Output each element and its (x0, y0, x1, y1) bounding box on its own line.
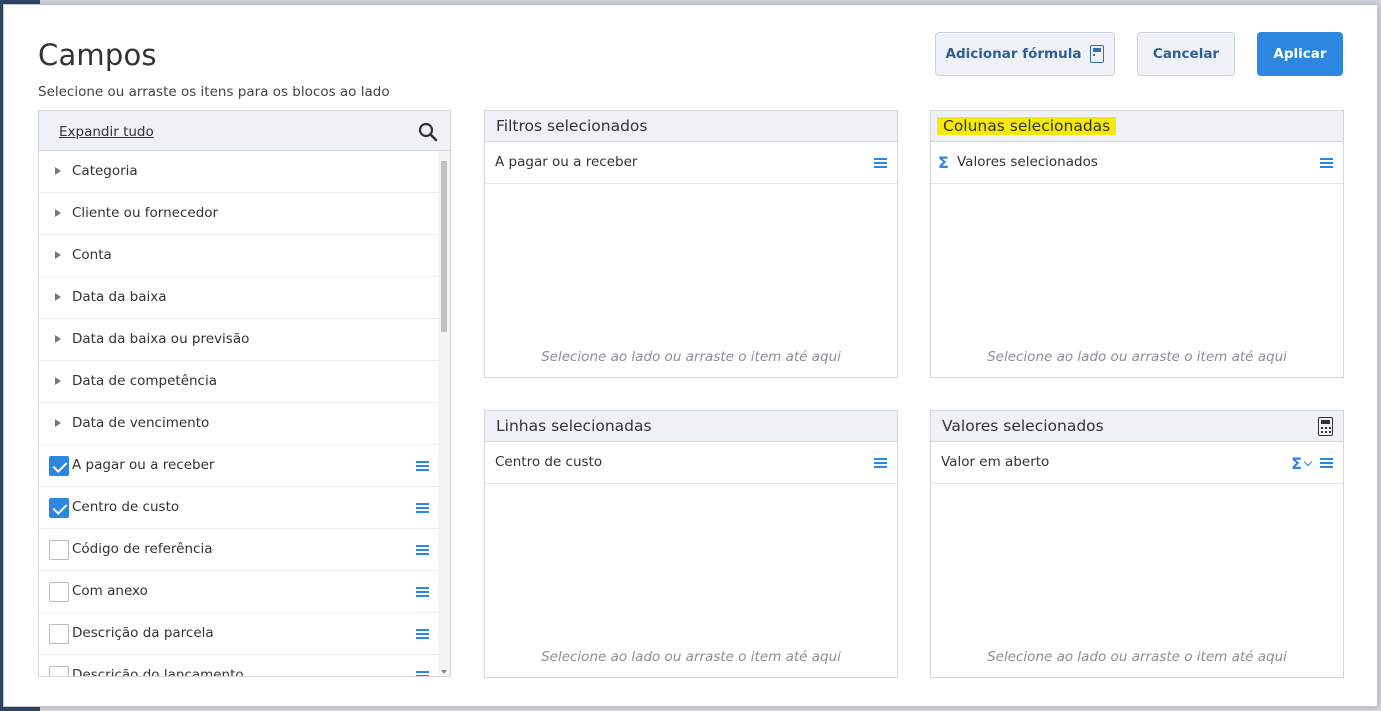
fields-scrollbar[interactable] (438, 151, 450, 676)
field-item-label: Centro de custo (72, 499, 180, 515)
field-group-row[interactable]: Conta (39, 235, 439, 277)
add-formula-label: Adicionar fórmula (945, 46, 1082, 62)
chevron-down-icon (1303, 457, 1313, 467)
field-item-label: Descrição do lançamento (72, 667, 244, 677)
rows-panel-header: Linhas selecionadas (485, 411, 897, 442)
field-item-row[interactable]: Centro de custo (39, 487, 439, 529)
drag-handle-icon[interactable] (416, 671, 429, 676)
columns-drop-hint: Selecione ao lado ou arraste o item até … (987, 349, 1287, 365)
filters-panel-item[interactable]: A pagar ou a receber (485, 142, 897, 184)
drag-handle-icon[interactable] (1320, 158, 1333, 168)
field-group-label: Conta (72, 247, 112, 263)
field-item-row[interactable]: Com anexo (39, 571, 439, 613)
sigma-icon: Σ (938, 153, 949, 172)
field-item-row[interactable]: Descrição do lançamento (39, 655, 439, 677)
drag-handle-icon[interactable] (416, 503, 429, 513)
field-group-label: Data de competência (72, 373, 217, 389)
values-item-label: Valor em aberto (941, 454, 1050, 470)
expand-triangle-icon[interactable] (55, 209, 61, 217)
field-checkbox[interactable] (49, 666, 69, 676)
field-item-label: A pagar ou a receber (72, 457, 215, 473)
columns-panel-header: Colunas selecionadas (931, 111, 1343, 142)
drag-handle-icon[interactable] (416, 629, 429, 639)
rows-panel-title: Linhas selecionadas (496, 417, 652, 435)
field-group-row[interactable]: Cliente ou fornecedor (39, 193, 439, 235)
columns-panel[interactable]: Colunas selecionadas Σ Valores selecionad… (930, 110, 1344, 378)
values-drop-hint: Selecione ao lado ou arraste o item até … (987, 649, 1287, 665)
field-group-row[interactable]: Data da baixa (39, 277, 439, 319)
field-checkbox[interactable] (49, 456, 69, 476)
add-formula-button[interactable]: Adicionar fórmula (935, 32, 1115, 76)
modal-title: Campos (38, 38, 157, 72)
field-item-label: Código de referência (72, 541, 213, 557)
drag-handle-icon[interactable] (874, 458, 887, 468)
filters-panel-header: Filtros selecionados (485, 111, 897, 142)
rows-item-label: Centro de custo (495, 454, 603, 470)
field-group-label: Data de vencimento (72, 415, 210, 431)
drag-handle-icon[interactable] (416, 461, 429, 471)
field-checkbox[interactable] (49, 624, 69, 644)
aggregation-dropdown[interactable]: Σ (1291, 454, 1313, 473)
expand-triangle-icon[interactable] (55, 293, 61, 301)
field-checkbox[interactable] (49, 498, 69, 518)
columns-panel-title: Colunas selecionadas (937, 117, 1117, 135)
filters-item-label: A pagar ou a receber (495, 154, 638, 170)
expand-triangle-icon[interactable] (55, 167, 61, 175)
filters-panel[interactable]: Filtros selecionados A pagar ou a recebe… (484, 110, 898, 378)
calculator-icon[interactable] (1318, 417, 1333, 436)
fields-list-panel: Expandir tudo Categoria Cliente ou forne… (38, 110, 451, 677)
field-group-row[interactable]: Categoria (39, 151, 439, 193)
columns-item-label: Valores selecionados (957, 154, 1098, 170)
field-group-label: Data da baixa (72, 289, 167, 305)
values-panel-title: Valores selecionados (942, 417, 1104, 435)
scrollbar-thumb[interactable] (441, 161, 447, 332)
modal-subtitle: Selecione ou arraste os itens para os bl… (38, 84, 390, 100)
cancel-button[interactable]: Cancelar (1137, 32, 1235, 76)
values-panel-header: Valores selecionados (931, 411, 1343, 442)
fields-list-header: Expandir tudo (39, 111, 450, 151)
search-icon[interactable] (418, 122, 438, 142)
drag-handle-icon[interactable] (416, 587, 429, 597)
field-item-row[interactable]: Código de referência (39, 529, 439, 571)
fields-modal: Campos Selecione ou arraste os itens par… (3, 4, 1378, 707)
field-group-row[interactable]: Data de vencimento (39, 403, 439, 445)
field-group-label: Cliente ou fornecedor (72, 205, 219, 221)
columns-panel-item[interactable]: Σ Valores selecionados (931, 142, 1343, 184)
calculator-icon (1090, 45, 1105, 63)
values-panel-item[interactable]: Valor em aberto Σ (931, 442, 1343, 484)
field-group-row[interactable]: Data da baixa ou previsão (39, 319, 439, 361)
field-checkbox[interactable] (49, 540, 69, 560)
expand-triangle-icon[interactable] (55, 377, 61, 385)
rows-panel-item[interactable]: Centro de custo (485, 442, 897, 484)
rows-drop-hint: Selecione ao lado ou arraste o item até … (541, 649, 841, 665)
field-item-label: Descrição da parcela (72, 625, 214, 641)
drag-handle-icon[interactable] (874, 158, 887, 168)
drag-handle-icon[interactable] (416, 545, 429, 555)
expand-triangle-icon[interactable] (55, 335, 61, 343)
apply-button[interactable]: Aplicar (1257, 32, 1343, 76)
expand-triangle-icon[interactable] (55, 419, 61, 427)
expand-all-link[interactable]: Expandir tudo (59, 124, 154, 140)
drag-handle-icon[interactable] (1320, 458, 1333, 468)
field-item-row[interactable]: Descrição da parcela (39, 613, 439, 655)
expand-triangle-icon[interactable] (55, 251, 61, 259)
scroll-down-arrow-icon[interactable] (441, 670, 447, 674)
fields-list: Categoria Cliente ou fornecedor Conta Da… (39, 151, 439, 677)
field-group-label: Data da baixa ou previsão (72, 331, 250, 347)
values-panel[interactable]: Valores selecionados Valor em aberto Σ Se… (930, 410, 1344, 678)
field-item-row[interactable]: A pagar ou a receber (39, 445, 439, 487)
field-group-row[interactable]: Data de competência (39, 361, 439, 403)
filters-panel-title: Filtros selecionados (496, 117, 648, 135)
rows-panel[interactable]: Linhas selecionadas Centro de custo Sele… (484, 410, 898, 678)
field-group-label: Categoria (72, 163, 138, 179)
filters-drop-hint: Selecione ao lado ou arraste o item até … (541, 349, 841, 365)
field-checkbox[interactable] (49, 582, 69, 602)
field-item-label: Com anexo (72, 583, 148, 599)
